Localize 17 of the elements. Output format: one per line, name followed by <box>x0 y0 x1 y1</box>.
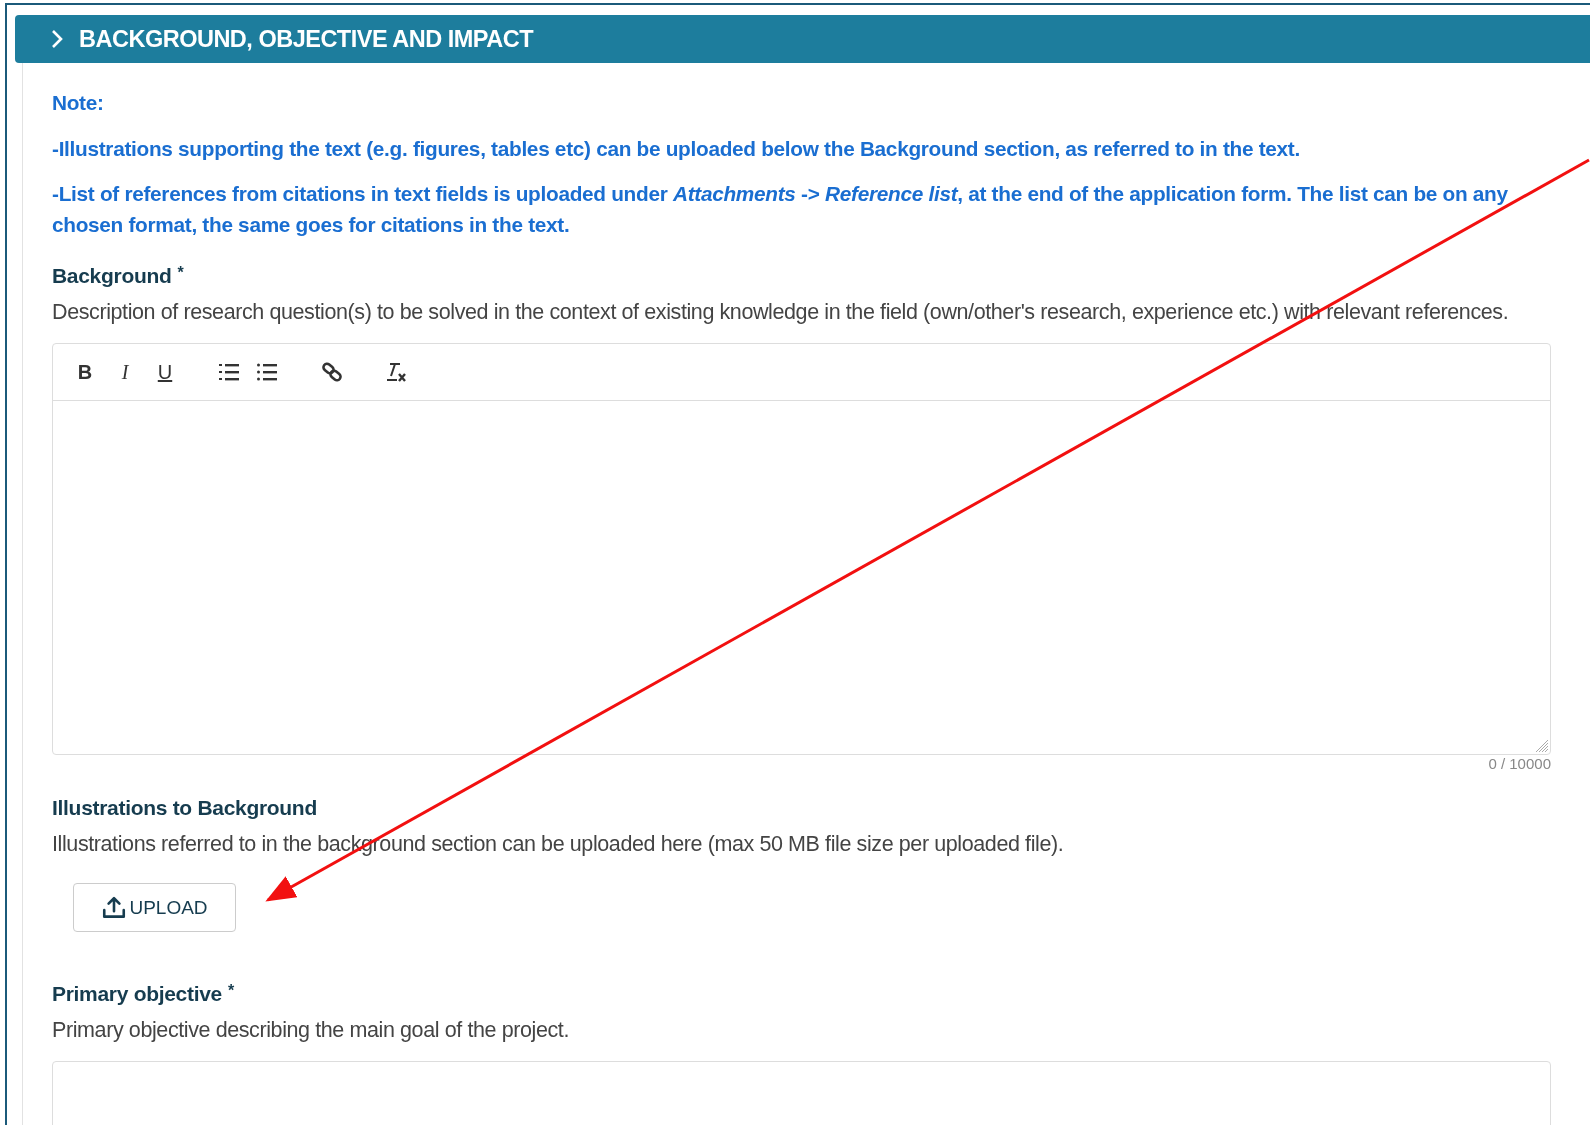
field-label: Primary objective <box>52 982 222 1006</box>
format-button[interactable]: B <box>73 360 97 384</box>
note-label: Note: <box>52 91 105 115</box>
upload-button[interactable]: UPLOAD <box>73 883 236 932</box>
field-label: Illustrations to Background <box>52 796 317 820</box>
note-text: -List of references from citations in text fields is uploaded under Attachments -> Reference list, at the end of the application form. The list can be on any chosen format, the same goes for citations in the text. <box>52 181 1509 238</box>
field-label: Background <box>52 264 172 288</box>
required-mark: * <box>177 264 184 283</box>
format-button[interactable]: I <box>113 360 137 384</box>
format-button[interactable]: U <box>153 360 177 384</box>
section-header[interactable]: BACKGROUND, OBJECTIVE AND IMPACT <box>15 15 1590 63</box>
required-mark: * <box>228 982 234 1001</box>
note-text: -Illustrations supporting the text (e.g. figures, tables etc) can be uploaded below the Background section, as referred to in the text. <box>52 136 1301 162</box>
section-title: BACKGROUND, OBJECTIVE AND IMPACT <box>79 25 533 53</box>
character-counter: 0 / 10000 <box>1488 755 1551 772</box>
rich-text-editor[interactable]: B I U <box>52 343 1551 755</box>
field-description: Primary objective describing the main goal of the project. <box>52 1018 570 1043</box>
